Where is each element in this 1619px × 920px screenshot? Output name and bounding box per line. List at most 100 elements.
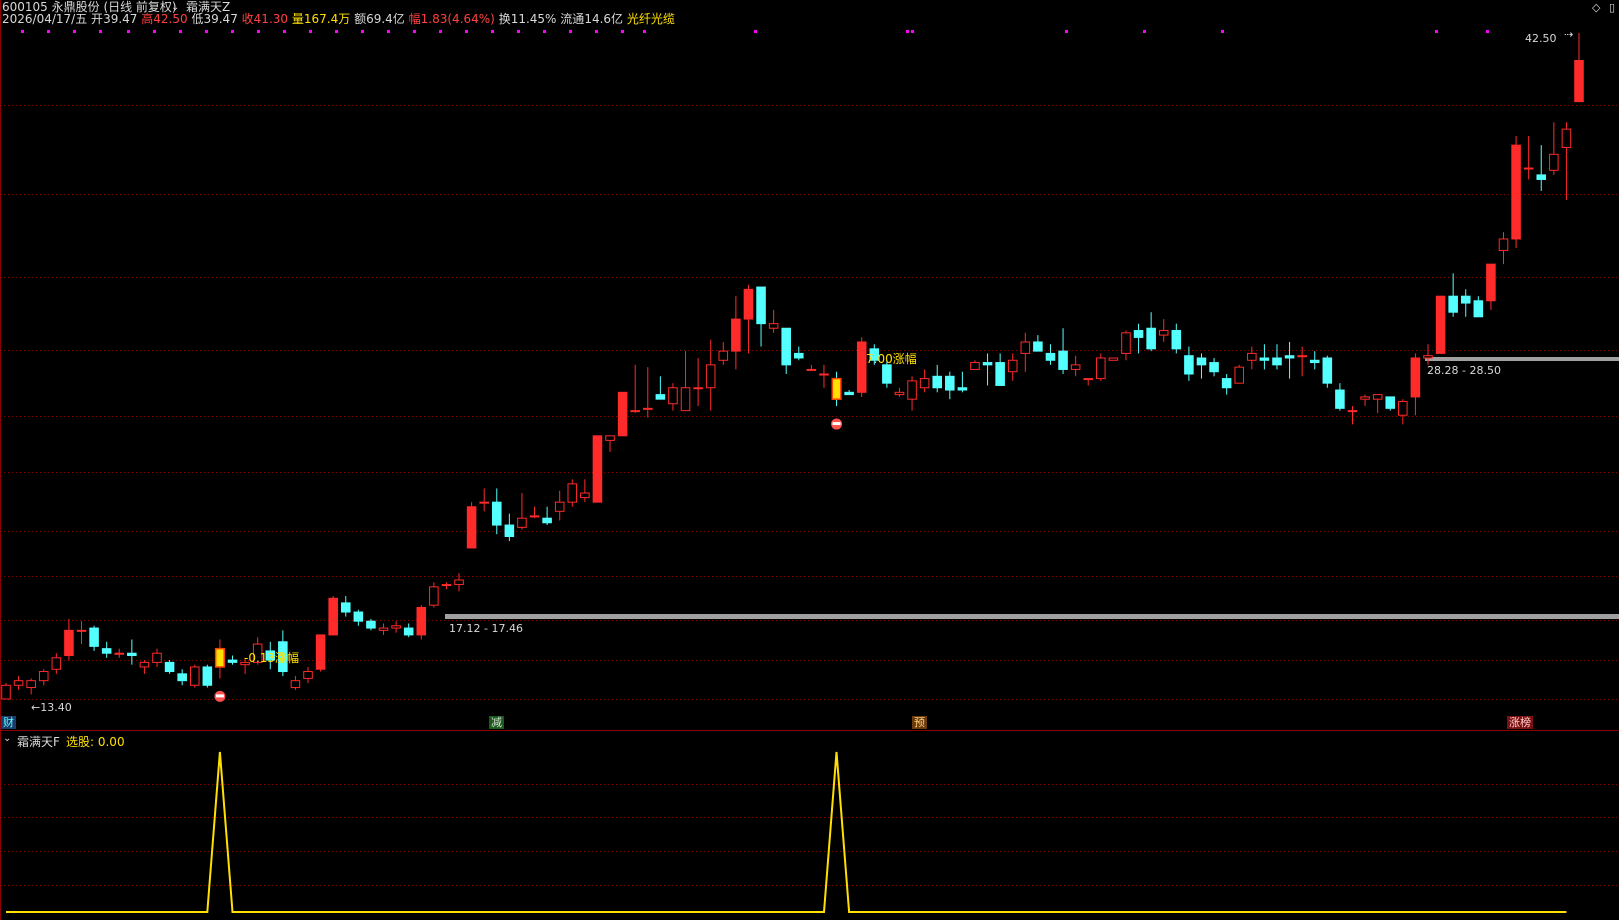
candle-body: [1309, 359, 1320, 364]
candle: [479, 488, 489, 512]
candle-body: [416, 606, 427, 636]
candle: [1146, 312, 1156, 352]
event-tag-yu[interactable]: 预: [912, 716, 927, 729]
candle-body: [945, 375, 955, 391]
candle: [1083, 378, 1094, 386]
high-label: 高: [141, 12, 154, 26]
candle-body: [756, 286, 766, 325]
candle-body: [315, 634, 326, 670]
sub-select-value: 选股: 0.00: [66, 735, 125, 749]
diamond-icon[interactable]: ◇: [1592, 0, 1600, 15]
candle-body: [819, 373, 829, 376]
change-label: 幅: [408, 12, 421, 26]
date-value: 2026/04/17/五: [2, 12, 88, 26]
candle: [504, 513, 515, 542]
marker-dot: [569, 30, 572, 33]
candle: [1070, 355, 1081, 377]
marker-dot: [99, 30, 102, 33]
candle-body: [13, 680, 24, 686]
candle: [907, 376, 917, 411]
candle-body: [1473, 300, 1484, 318]
candle-body: [743, 288, 754, 320]
candle-body: [1561, 128, 1572, 148]
candle: [718, 341, 729, 365]
candle: [517, 493, 527, 530]
candle: [1335, 383, 1345, 411]
candle: [894, 387, 905, 397]
candle-body: [1020, 341, 1031, 354]
candle-body: [907, 380, 917, 400]
candle: [114, 648, 125, 658]
candle-body: [441, 584, 452, 587]
candle-body: [1398, 400, 1408, 416]
marker-dot: [335, 30, 338, 33]
event-tag-jian[interactable]: 减: [489, 716, 504, 729]
marker-dot: [439, 30, 442, 33]
candle-body: [1322, 357, 1333, 384]
candle: [605, 435, 615, 452]
arrow-right-icon: ⇢: [1564, 28, 1574, 41]
high-value: 42.50: [153, 12, 188, 26]
marker-dot: [283, 30, 286, 33]
candle: [529, 506, 540, 519]
high-price-label: 42.50: [1525, 32, 1557, 45]
marker-dot: [257, 30, 260, 33]
candle: [1184, 346, 1194, 381]
marker-dot: [595, 30, 598, 33]
float-value: 14.6亿: [584, 12, 624, 26]
candle-body: [1486, 263, 1496, 302]
candle: [1574, 33, 1584, 103]
candle: [26, 678, 36, 695]
candle-body: [995, 362, 1005, 386]
candle: [1297, 346, 1307, 377]
open-value: 39.47: [103, 12, 138, 26]
candle: [51, 653, 62, 674]
concept-link[interactable]: 光纤光缆: [627, 12, 675, 26]
event-tag-zhangting[interactable]: 涨榜: [1507, 716, 1533, 729]
candle-body: [290, 680, 301, 689]
candle-body: [127, 652, 137, 657]
candle-body: [1536, 174, 1547, 180]
turnover-label: 换: [498, 12, 511, 26]
candle: [1272, 344, 1282, 370]
candle: [781, 327, 791, 375]
marker-dot: [517, 30, 520, 33]
candle: [1096, 353, 1106, 381]
sub-indicator-title: 霜满天F: [17, 735, 60, 749]
candle-body: [64, 629, 74, 657]
candle: [756, 286, 766, 347]
candle: [542, 506, 552, 526]
candle: [1058, 328, 1068, 375]
candle-body: [340, 602, 351, 613]
candle-body: [1498, 238, 1509, 251]
candle-body: [982, 362, 993, 366]
candle-body: [189, 666, 200, 686]
chart-canvas: [0, 0, 1619, 920]
marker-dot: [1486, 30, 1489, 33]
candle: [89, 625, 99, 651]
volume-value: 167.4万: [303, 12, 351, 26]
candle-body: [1511, 144, 1521, 240]
moneybag-band: [215, 694, 224, 698]
candle-body: [1096, 357, 1106, 380]
candle: [982, 353, 993, 386]
candle-body: [89, 627, 99, 647]
candle-body: [1284, 355, 1295, 359]
event-tag-cai[interactable]: 财: [1, 716, 16, 729]
candle-body: [466, 506, 477, 549]
candle-body: [894, 391, 905, 396]
candle-body: [529, 515, 540, 518]
candle: [366, 618, 376, 631]
candle: [1410, 353, 1421, 416]
turnover-value: 11.45%: [510, 12, 557, 26]
candle-body: [1574, 59, 1584, 103]
window-icon[interactable]: ▯: [1609, 0, 1615, 15]
candle: [819, 364, 829, 388]
candle-body: [567, 483, 578, 503]
marker-dot: [1221, 30, 1224, 33]
candle: [1448, 273, 1458, 317]
candle-body: [1070, 364, 1081, 370]
sub-chevron-down-icon[interactable]: ⌄: [3, 733, 11, 744]
candle: [693, 357, 703, 407]
marker-dot: [1143, 30, 1146, 33]
